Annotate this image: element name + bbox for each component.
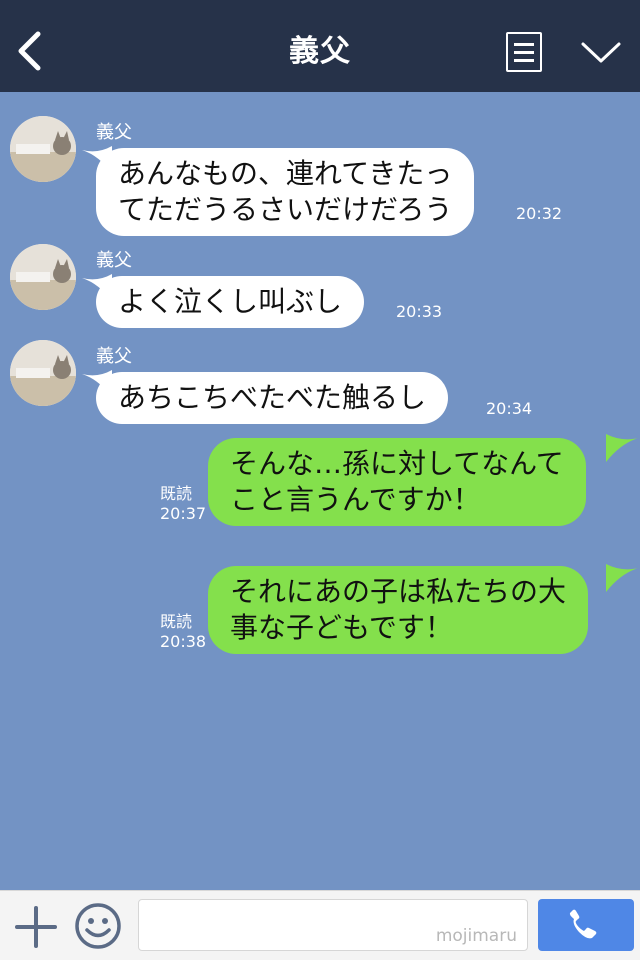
message-time: 20:37 — [160, 504, 207, 523]
avatar-photo — [10, 340, 76, 406]
chevron-down-icon — [581, 42, 621, 63]
message-time: 20:38 — [160, 632, 207, 651]
message-list[interactable]: 義父 あんなもの、連れてきたっ てただうるさいだけだろう 20:32 義父 よく… — [0, 92, 640, 890]
message-time: 20:34 — [486, 399, 533, 418]
sender-name: 義父 — [96, 250, 132, 271]
read-receipt: 既読 — [160, 484, 193, 503]
smiley-icon — [75, 903, 121, 949]
bubble-tail — [606, 564, 638, 592]
message-bubble[interactable]: あちこちべたべた触るし — [96, 372, 449, 424]
avatar[interactable] — [10, 244, 76, 310]
call-button[interactable] — [538, 899, 634, 951]
input-bar: mojimaru — [0, 890, 640, 960]
avatar[interactable] — [10, 116, 76, 182]
chat-title: 義父 — [289, 34, 351, 69]
avatar-photo — [10, 244, 76, 310]
message-time: 20:33 — [396, 302, 443, 321]
expand-button[interactable] — [578, 36, 624, 68]
message-bubble[interactable]: あんなもの、連れてきたっ てただうるさいだけだろう — [96, 148, 475, 236]
message-bubble[interactable]: よく泣くし叫ぶし — [96, 276, 365, 328]
message-input[interactable]: mojimaru — [138, 899, 528, 951]
plus-icon — [15, 906, 57, 948]
chat-header: 義父 — [0, 0, 640, 92]
note-button[interactable] — [506, 32, 542, 72]
avatar[interactable] — [10, 340, 76, 406]
sender-name: 義父 — [96, 346, 132, 367]
emoji-button[interactable] — [74, 902, 122, 950]
read-receipt: 既読 — [160, 612, 193, 631]
sender-name: 義父 — [96, 122, 132, 143]
watermark: mojimaru — [435, 926, 517, 946]
message-time: 20:32 — [516, 204, 563, 223]
bubble-tail — [606, 434, 638, 462]
avatar-photo — [10, 116, 76, 182]
message-bubble[interactable]: そんな…孫に対してなんて こと言うんですか！ — [208, 438, 586, 526]
phone-icon — [569, 909, 597, 939]
add-button[interactable] — [14, 905, 58, 949]
message-bubble[interactable]: それにあの子は私たちの大 事な子どもです！ — [208, 566, 589, 654]
